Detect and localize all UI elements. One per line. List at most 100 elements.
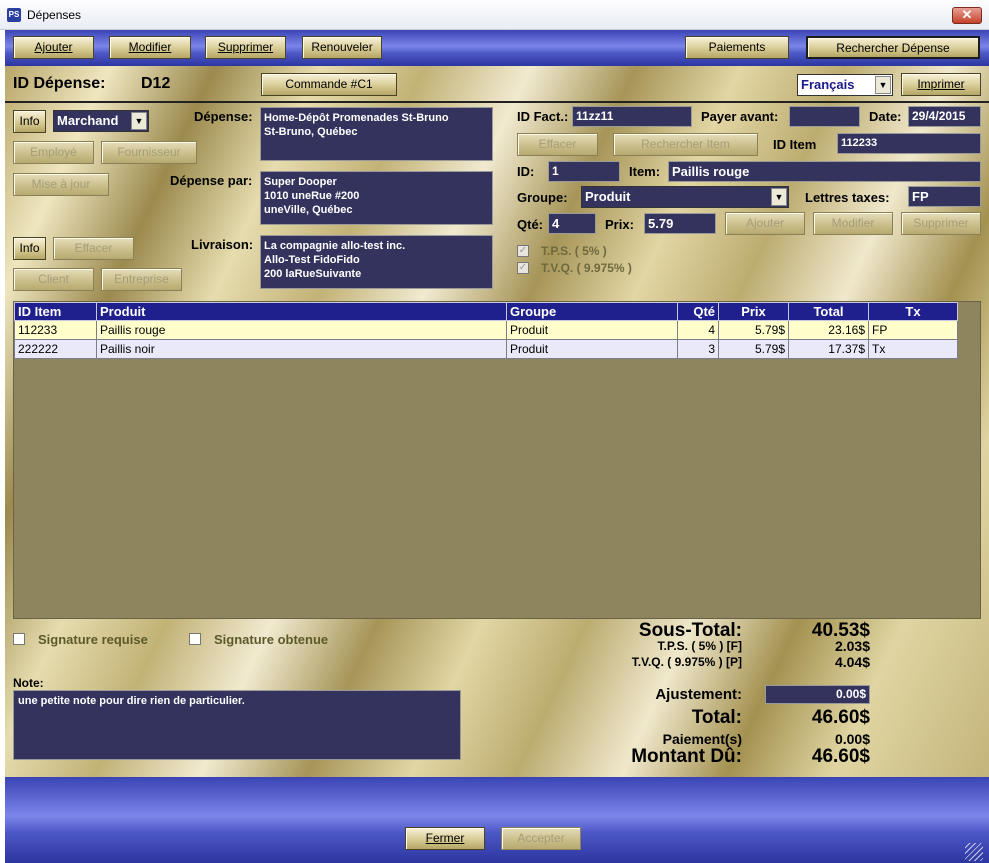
order-button[interactable]: Commande #C1 <box>261 73 397 96</box>
chevron-down-icon[interactable]: ▼ <box>131 112 147 130</box>
note-label: Note: <box>13 676 44 690</box>
cell-product: Paillis noir <box>96 339 507 359</box>
info-button-client[interactable]: Info <box>13 237 46 260</box>
price-field[interactable]: 5.79 <box>644 213 716 234</box>
table-row[interactable]: 112233 Paillis rouge Produit 4 5.79$ 23.… <box>14 320 958 340</box>
window-title: Dépenses <box>27 8 82 22</box>
signature-obtained-checkbox[interactable] <box>189 633 201 645</box>
accept-button[interactable]: Accepter <box>501 827 581 850</box>
cell-qty: 4 <box>677 320 719 340</box>
print-button[interactable]: Imprimer <box>901 73 981 96</box>
column-header-tax[interactable]: Tx <box>868 302 958 321</box>
language-value: Français <box>801 77 855 92</box>
app-logo-icon: PS <box>7 8 21 22</box>
group-select[interactable]: Produit ▼ <box>581 186 789 208</box>
tps-total-value: 2.03$ <box>834 638 870 654</box>
add-item-button[interactable]: Ajouter <box>725 212 805 235</box>
cell-total: 23.16$ <box>788 320 869 340</box>
clear-item-button[interactable]: Effacer <box>517 133 598 156</box>
footer-bar <box>5 777 989 863</box>
delivery-address-field[interactable]: La compagnie allo-test inc. Allo-Test Fi… <box>260 235 493 289</box>
info-button-party[interactable]: Info <box>13 110 46 133</box>
tax-letters-field[interactable]: FP <box>908 186 981 207</box>
table-header-row: ID Item Produit Groupe Qté Prix Total Tx <box>14 302 958 321</box>
tvq-checkbox[interactable]: ✓ <box>517 262 529 274</box>
cell-id-item: 222222 <box>14 339 97 359</box>
line-id-field[interactable]: 1 <box>548 161 620 182</box>
price-label: Prix: <box>605 217 634 232</box>
expense-address-field[interactable]: Home-Dépôt Promenades St-Bruno St-Bruno,… <box>260 107 493 161</box>
cell-qty: 3 <box>677 339 719 359</box>
modify-item-button[interactable]: Modifier <box>813 212 893 235</box>
column-header-price[interactable]: Prix <box>718 302 789 321</box>
renew-button[interactable]: Renouveler <box>302 36 382 59</box>
amount-due-label: Montant Dû: <box>631 746 742 767</box>
update-button[interactable]: Mise à jour <box>13 173 109 196</box>
item-name-field[interactable]: Paillis rouge <box>668 161 981 182</box>
column-header-qty[interactable]: Qté <box>677 302 719 321</box>
party-type-value: Marchand <box>57 113 119 128</box>
column-header-product[interactable]: Produit <box>96 302 507 321</box>
modify-button[interactable]: Modifier <box>109 36 191 59</box>
invoice-id-field[interactable]: 11zz11 <box>572 106 692 127</box>
note-field[interactable]: une petite note pour dire rien de partic… <box>13 690 461 760</box>
title-bar <box>0 0 989 30</box>
resize-grip-icon[interactable] <box>965 843 983 861</box>
column-header-group[interactable]: Groupe <box>506 302 678 321</box>
company-button[interactable]: Entreprise <box>101 268 182 291</box>
item-id-label: ID Item <box>773 137 817 152</box>
expense-id-value: D12 <box>141 75 171 92</box>
close-button[interactable]: ✕ <box>952 7 982 24</box>
supplier-button[interactable]: Fournisseur <box>101 141 197 164</box>
column-header-id-item[interactable]: ID Item <box>14 302 97 321</box>
table-row[interactable]: 222222 Paillis noir Produit 3 5.79$ 17.3… <box>14 339 958 359</box>
add-button[interactable]: Ajouter <box>13 36 94 59</box>
cell-id-item: 112233 <box>14 320 97 340</box>
signature-required-checkbox[interactable] <box>13 633 25 645</box>
cell-product: Paillis rouge <box>96 320 507 340</box>
adjustment-field[interactable]: 0.00$ <box>765 685 870 704</box>
delete-item-button[interactable]: Supprimer <box>901 212 981 235</box>
tvq-total-value: 4.04$ <box>834 654 870 670</box>
client-button[interactable]: Client <box>13 268 94 291</box>
search-item-button[interactable]: Rechercher Item <box>613 133 758 156</box>
cell-total: 17.37$ <box>788 339 869 359</box>
cell-group: Produit <box>506 339 678 359</box>
clear-button-client[interactable]: Effacer <box>53 237 134 260</box>
header-divider <box>5 101 989 103</box>
pay-before-field[interactable] <box>789 106 860 127</box>
language-select[interactable]: Français ▼ <box>797 74 893 96</box>
payments-label: Paiement(s) <box>662 731 742 747</box>
item-id-field[interactable]: 112233 <box>837 133 981 154</box>
employee-button[interactable]: Employé <box>13 141 94 164</box>
expense-label: Dépense: <box>194 109 253 124</box>
tvq-label: T.V.Q. ( 9.975% ) <box>541 261 632 275</box>
amount-due-value: 46.60$ <box>811 746 870 767</box>
cell-price: 5.79$ <box>718 320 789 340</box>
search-expense-button[interactable]: Rechercher Dépense <box>806 36 980 59</box>
tps-total-label: T.P.S. ( 5% ) [F] <box>657 639 742 653</box>
payments-button[interactable]: Paiements <box>685 36 789 59</box>
cell-price: 5.79$ <box>718 339 789 359</box>
items-grid[interactable]: ID Item Produit Groupe Qté Prix Total Tx… <box>13 301 981 619</box>
cell-group: Produit <box>506 320 678 340</box>
signature-required-label: Signature requise <box>38 632 148 647</box>
line-id-label: ID: <box>517 164 535 179</box>
tvq-total-label: T.V.Q. ( 9.975% ) [P] <box>631 655 742 669</box>
signature-obtained-label: Signature obtenue <box>214 632 329 647</box>
expense-id-label: ID Dépense: <box>13 75 106 92</box>
delivery-label: Livraison: <box>191 237 254 252</box>
date-field[interactable]: 29/4/2015 <box>908 106 981 127</box>
date-label: Date: <box>869 109 902 124</box>
column-header-total[interactable]: Total <box>788 302 869 321</box>
quantity-field[interactable]: 4 <box>548 213 596 234</box>
chevron-down-icon[interactable]: ▼ <box>771 188 787 206</box>
expense-by-address-field[interactable]: Super Dooper 1010 uneRue #200 uneVille, … <box>260 171 493 225</box>
cell-tax: Tx <box>868 339 958 359</box>
delete-button[interactable]: Supprimer <box>205 36 286 59</box>
chevron-down-icon[interactable]: ▼ <box>875 76 891 94</box>
close-form-button[interactable]: Fermer <box>405 827 485 850</box>
party-type-select[interactable]: Marchand ▼ <box>53 110 149 132</box>
tps-checkbox[interactable]: ✓ <box>517 245 529 257</box>
payments-value: 0.00$ <box>834 731 870 747</box>
